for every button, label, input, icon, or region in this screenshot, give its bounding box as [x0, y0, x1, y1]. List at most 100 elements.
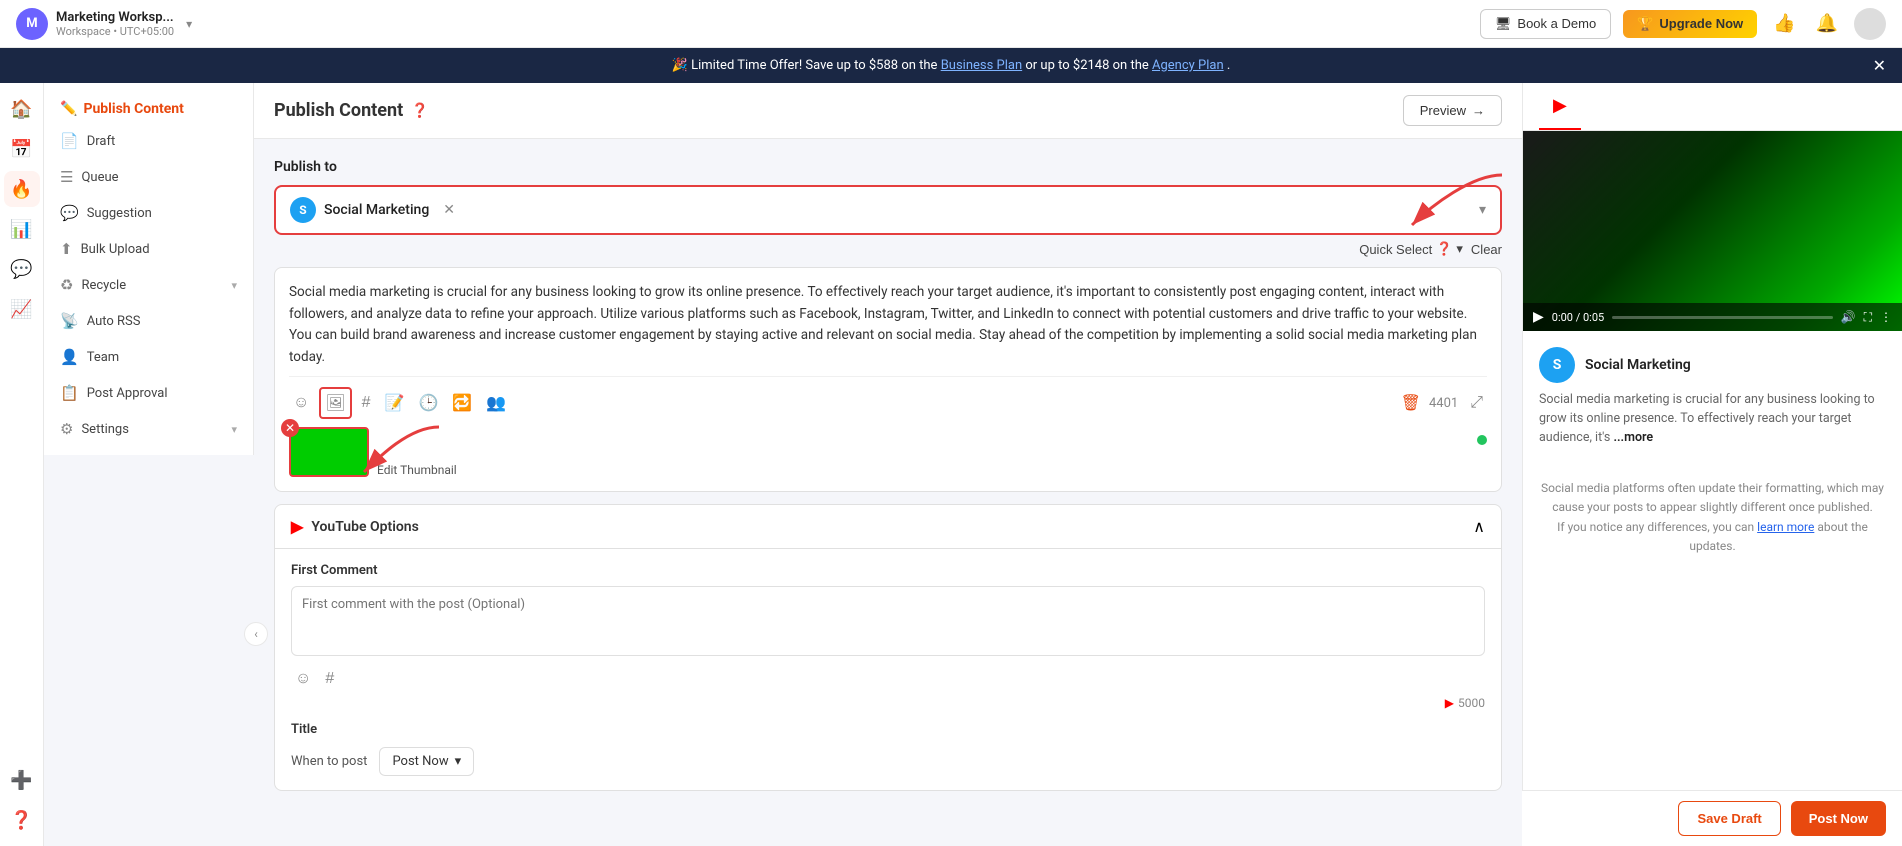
- preview-channel: S Social Marketing: [1539, 347, 1886, 383]
- quick-select-help-icon: ❓: [1436, 241, 1452, 257]
- sidebar-item-post-approval[interactable]: 📋 Post Approval: [44, 375, 253, 411]
- delete-content-button[interactable]: 🗑: [1401, 393, 1421, 413]
- emoji-button[interactable]: ☺: [289, 390, 313, 416]
- business-plan-link[interactable]: Business Plan: [941, 58, 1022, 73]
- icon-bar-calendar[interactable]: 📅: [4, 131, 40, 167]
- youtube-options-header[interactable]: ▶ YouTube Options ∧: [275, 505, 1501, 549]
- sidebar-collapse-button[interactable]: ‹: [244, 622, 268, 646]
- sidebar-item-suggestion[interactable]: 💬 Suggestion: [44, 195, 253, 231]
- expand-button[interactable]: ⤢: [1466, 390, 1487, 416]
- comment-toolbar: ☺ #: [291, 666, 1485, 692]
- youtube-options-title: ▶ YouTube Options: [291, 517, 419, 536]
- play-button[interactable]: ▶: [1533, 309, 1544, 325]
- quick-select-button[interactable]: Quick Select ❓ ▾: [1359, 241, 1463, 257]
- sidebar-item-queue[interactable]: ☰ Queue: [44, 159, 253, 195]
- comment-hashtag-button[interactable]: #: [321, 666, 338, 692]
- sidebar: ✏️ Publish Content 📄 Draft ☰ Queue 💬 Sug…: [44, 83, 254, 455]
- publish-to-inner: S Social Marketing ✕: [290, 197, 455, 223]
- youtube-icon: ▶: [291, 517, 303, 536]
- first-comment-textarea[interactable]: [291, 586, 1485, 656]
- progress-bar[interactable]: [1612, 316, 1832, 319]
- preview-tabs: ▶: [1523, 83, 1902, 131]
- icon-bar-inbox[interactable]: 💬: [4, 251, 40, 287]
- post-now-select[interactable]: Post Now ▾: [379, 747, 474, 776]
- comment-emoji-button[interactable]: ☺: [291, 666, 315, 692]
- icon-bar-home[interactable]: 🏠: [4, 91, 40, 127]
- settings-chevron-icon: ▾: [231, 423, 237, 436]
- banner-emoji: 🎉: [672, 58, 688, 73]
- youtube-preview-tab[interactable]: ▶: [1539, 83, 1581, 130]
- comment-char-count: ▶ 5000: [291, 696, 1485, 710]
- quick-select-chevron-icon: ▾: [1456, 241, 1463, 257]
- volume-icon[interactable]: 🔊: [1841, 310, 1856, 324]
- thumbnail-label: Edit Thumbnail: [377, 463, 457, 477]
- sidebar-label-post-approval: Post Approval: [87, 386, 168, 401]
- icon-bar-add[interactable]: ➕: [4, 762, 40, 798]
- sidebar-item-team[interactable]: 👤 Team: [44, 339, 253, 375]
- save-draft-button[interactable]: Save Draft: [1678, 801, 1780, 836]
- fullscreen-icon[interactable]: ⛶: [1864, 310, 1872, 325]
- preview-button[interactable]: Preview →: [1403, 95, 1502, 126]
- clear-button[interactable]: Clear: [1471, 242, 1502, 257]
- team-mention-button[interactable]: 👥: [482, 389, 510, 417]
- workspace-name: Marketing Worksp...: [56, 10, 174, 25]
- sidebar-label-settings: Settings: [81, 422, 128, 437]
- thumbs-up-icon[interactable]: 👍: [1769, 9, 1799, 38]
- sidebar-label-bulk-upload: Bulk Upload: [81, 242, 150, 257]
- icon-bar-listen[interactable]: 📈: [4, 291, 40, 327]
- recycle-icon: ♻: [60, 276, 73, 294]
- agency-plan-link[interactable]: Agency Plan: [1152, 58, 1224, 73]
- more-link[interactable]: ...more: [1613, 430, 1653, 445]
- preview-video: ▶ 0:00 / 0:05 🔊 ⛶ ⋮: [1523, 131, 1902, 331]
- editor-topbar: Publish Content ❓ Preview →: [254, 83, 1522, 139]
- sidebar-item-draft[interactable]: 📄 Draft: [44, 123, 253, 159]
- help-icon[interactable]: ❓: [411, 103, 428, 119]
- banner-text: Limited Time Offer! Save up to $588 on t…: [691, 58, 941, 73]
- sidebar-item-auto-rss[interactable]: 📡 Auto RSS: [44, 303, 253, 339]
- hashtag-button[interactable]: #: [358, 390, 375, 416]
- preview-content: S Social Marketing Social media marketin…: [1523, 331, 1902, 463]
- sidebar-wrapper: ✏️ Publish Content 📄 Draft ☰ Queue 💬 Sug…: [44, 83, 254, 846]
- banner-close-button[interactable]: ✕: [1873, 56, 1886, 76]
- text-editor-content[interactable]: Social media marketing is crucial for an…: [289, 282, 1487, 368]
- image-button[interactable]: 🖼: [319, 387, 351, 419]
- sidebar-item-settings[interactable]: ⚙ Settings ▾: [44, 411, 253, 447]
- upgrade-now-button[interactable]: 🏆 Upgrade Now: [1623, 10, 1757, 38]
- sidebar-item-recycle[interactable]: ♻ Recycle ▾: [44, 267, 253, 303]
- sidebar-label-queue: Queue: [81, 170, 118, 185]
- repost-button[interactable]: 🔁: [448, 389, 476, 417]
- schedule-button[interactable]: 🕒: [414, 389, 442, 417]
- thumbnail-box[interactable]: [289, 427, 369, 477]
- banner-or: or up to $2148 on the: [1025, 58, 1152, 73]
- more-options-icon[interactable]: ⋮: [1880, 310, 1892, 324]
- remove-channel-button[interactable]: ✕: [443, 202, 455, 218]
- sidebar-label-auto-rss: Auto RSS: [87, 314, 141, 329]
- publish-to-box[interactable]: S Social Marketing ✕ ▾: [274, 185, 1502, 235]
- collapse-icon: ∧: [1473, 517, 1485, 536]
- title-label: Title: [291, 722, 1485, 737]
- icon-bar-help[interactable]: ❓: [4, 802, 40, 838]
- icon-bar-analytics[interactable]: 📊: [4, 211, 40, 247]
- text-button[interactable]: 📝: [381, 389, 409, 417]
- top-nav-left: M Marketing Worksp... Workspace • UTC+05…: [16, 8, 192, 40]
- editor-toolbar: ☺ 🖼 # 📝 🕒 🔁 👥 🗑 4401 ⤢: [289, 376, 1487, 419]
- title-field-row: Title: [291, 722, 1485, 737]
- recycle-chevron-icon: ▾: [231, 279, 237, 292]
- queue-icon: ☰: [60, 168, 73, 186]
- user-avatar[interactable]: [1854, 8, 1886, 40]
- preview-text: Social media marketing is crucial for an…: [1539, 391, 1886, 447]
- book-demo-button[interactable]: 🖥 Book a Demo: [1480, 9, 1611, 39]
- icon-bar-publish[interactable]: 🔥: [4, 171, 40, 207]
- promo-banner: 🎉 Limited Time Offer! Save up to $588 on…: [0, 48, 1902, 83]
- publish-to-container: S Social Marketing ✕ ▾: [274, 185, 1502, 235]
- workspace-chevron-icon[interactable]: ▾: [186, 17, 192, 31]
- text-editor-box: Social media marketing is crucial for an…: [274, 267, 1502, 492]
- post-now-button[interactable]: Post Now: [1791, 801, 1886, 836]
- sidebar-header: ✏️ Publish Content: [44, 91, 253, 123]
- settings-icon: ⚙: [60, 420, 73, 438]
- bell-icon[interactable]: 🔔: [1812, 9, 1842, 38]
- sidebar-item-bulk-upload[interactable]: ⬆ Bulk Upload: [44, 231, 253, 267]
- publish-to-chevron-icon[interactable]: ▾: [1479, 202, 1486, 218]
- learn-more-link[interactable]: learn more: [1757, 520, 1814, 534]
- top-nav: M Marketing Worksp... Workspace • UTC+05…: [0, 0, 1902, 48]
